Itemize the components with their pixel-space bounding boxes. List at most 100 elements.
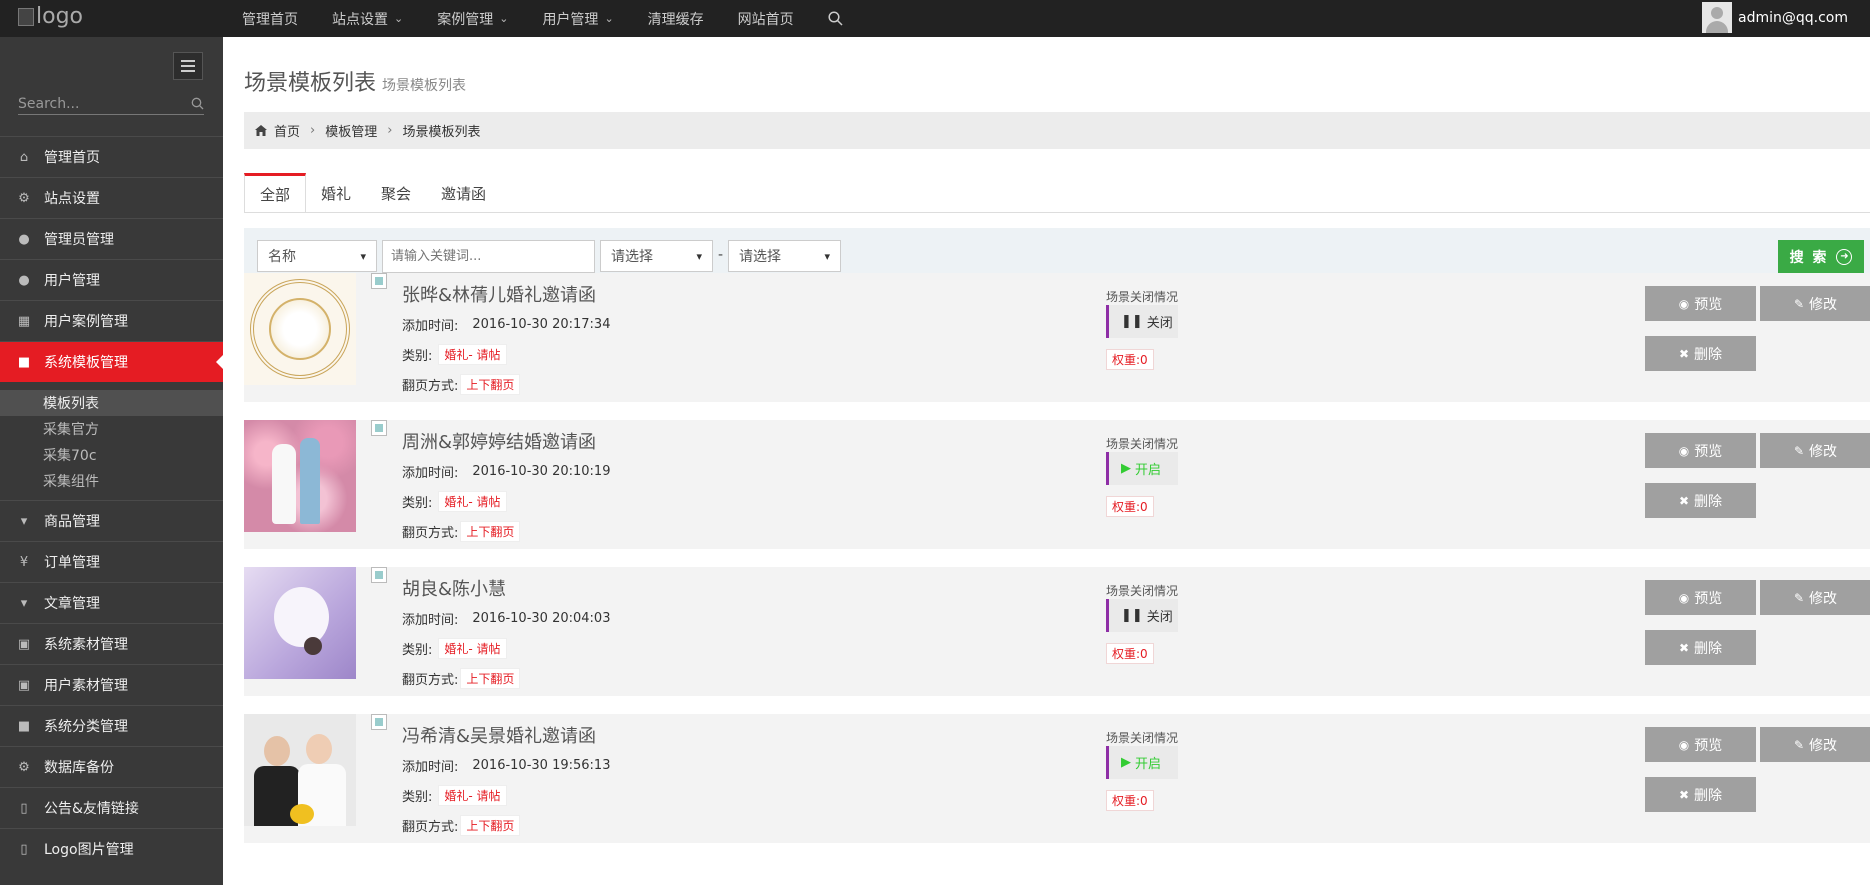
edit-button[interactable]: ✎ 修改: [1760, 727, 1870, 762]
edit-button[interactable]: ✎ 修改: [1760, 580, 1870, 615]
sidebar-item[interactable]: ▣ 用户素材管理: [0, 664, 223, 705]
sidebar-subitem[interactable]: 模板列表: [0, 390, 223, 416]
chevron-down-icon: ⌄: [394, 12, 404, 25]
paging-label: 翻页方式:: [402, 820, 459, 835]
template-thumbnail[interactable]: [244, 420, 356, 532]
sidebar-item-label: 管理首页: [44, 150, 100, 166]
search-icon[interactable]: [191, 97, 204, 110]
sidebar-subitem[interactable]: 采集官方: [0, 416, 223, 442]
sidebar-item[interactable]: ▯ Logo图片管理: [0, 828, 223, 869]
user-icon: ●: [18, 231, 30, 247]
status-title: 场景关闭情况: [1106, 290, 1179, 304]
topnav-item[interactable]: 案例管理 ⌄: [437, 9, 508, 29]
logo[interactable]: logo: [18, 4, 83, 29]
template-title[interactable]: 胡良&陈小慧: [402, 575, 506, 601]
topnav-item[interactable]: 管理首页: [242, 9, 298, 29]
preview-button[interactable]: ◉ 预览: [1645, 286, 1756, 321]
pencil-icon: ✎: [1793, 737, 1805, 752]
sidebar-item[interactable]: ▾ 商品管理: [0, 500, 223, 541]
sidebar-item[interactable]: ■ 系统分类管理: [0, 705, 223, 746]
sidebar-item[interactable]: ▣ 系统素材管理: [0, 623, 223, 664]
chevron-down-icon: ⌄: [499, 12, 509, 25]
bookmark-icon: ▯: [20, 800, 28, 816]
sidebar-item-label: 商品管理: [44, 514, 100, 530]
user-menu[interactable]: admin@qq.com: [1702, 2, 1848, 33]
paging-row: 翻页方式: 上下翻页: [402, 668, 521, 689]
delete-button[interactable]: ✖ 删除: [1645, 777, 1756, 812]
topnav-item[interactable]: 用户管理 ⌄: [542, 9, 613, 29]
edit-button[interactable]: ✎ 修改: [1760, 433, 1870, 468]
category-select-a[interactable]: 请选择 ▾: [600, 240, 713, 272]
gears-icon: ⚙: [18, 190, 30, 206]
sidebar-item[interactable]: ▾ 文章管理: [0, 582, 223, 623]
template-thumbnail[interactable]: [244, 714, 356, 826]
top-nav: 管理首页 站点设置 ⌄ 案例管理 ⌄ 用户管理 ⌄ 清理缓存 网站首页: [242, 0, 877, 37]
template-title[interactable]: 张晔&林蒨儿婚礼邀请函: [402, 281, 596, 307]
sidebar-item-label: 公告&友情链接: [44, 801, 139, 817]
field-select[interactable]: 名称 ▾: [257, 240, 377, 272]
tab-party[interactable]: 聚会: [366, 173, 426, 213]
preview-button[interactable]: ◉ 预览: [1645, 433, 1756, 468]
sidebar-subitem[interactable]: 采集组件: [0, 468, 223, 494]
add-time-row: 添加时间: 2016-10-30 20:04:03: [402, 609, 610, 628]
tab-wedding[interactable]: 婚礼: [306, 173, 366, 213]
delete-label: 删除: [1694, 493, 1723, 510]
template-title[interactable]: 周洲&郭婷婷结婚邀请函: [402, 428, 596, 454]
search-button[interactable]: 搜 索 ➜: [1778, 240, 1864, 273]
delete-button[interactable]: ✖ 删除: [1645, 483, 1756, 518]
chevron-down-icon: ▾: [824, 249, 830, 263]
sidebar-search-input[interactable]: [18, 95, 168, 112]
topnav-item[interactable]: 清理缓存: [648, 9, 704, 29]
sidebar-item[interactable]: ● 用户管理: [0, 259, 223, 300]
sidebar-item[interactable]: ⌂ 管理首页: [0, 136, 223, 177]
template-thumbnail[interactable]: [244, 273, 356, 385]
template-title[interactable]: 冯希清&吴景婚礼邀请函: [402, 722, 596, 748]
category-row: 类别: 婚礼- 请帖: [402, 491, 507, 512]
category-label: 类别:: [402, 496, 433, 511]
delete-label: 删除: [1694, 346, 1723, 363]
status-value: 关闭: [1146, 610, 1173, 625]
preview-button[interactable]: ◉ 预览: [1645, 727, 1756, 762]
topnav-item[interactable]: 站点设置 ⌄: [332, 9, 403, 29]
menu-toggle-button[interactable]: [173, 52, 203, 80]
breadcrumb-home[interactable]: 首页: [274, 121, 300, 140]
edit-button[interactable]: ✎ 修改: [1760, 286, 1870, 321]
status-toggle[interactable]: ❚❚ 关闭: [1106, 599, 1178, 632]
broken-image-icon: [371, 714, 387, 730]
sidebar-item[interactable]: ● 管理员管理: [0, 218, 223, 259]
caret-square-icon: ▾: [20, 595, 28, 611]
add-time-row: 添加时间: 2016-10-30 19:56:13: [402, 756, 610, 775]
status-toggle[interactable]: ❚❚ 关闭: [1106, 305, 1178, 338]
pencil-icon: ✎: [1793, 443, 1805, 458]
sidebar-item[interactable]: ⚙ 数据库备份: [0, 746, 223, 787]
breadcrumb-current: 场景模板列表: [402, 125, 481, 140]
topnav-item[interactable]: 网站首页: [738, 9, 794, 29]
sidebar-subitem[interactable]: 采集70c: [0, 442, 223, 468]
category-row: 类别: 婚礼- 请帖: [402, 344, 507, 365]
preview-label: 预览: [1694, 296, 1723, 313]
status-toggle[interactable]: ▶ 开启: [1106, 452, 1178, 485]
topnav-search-icon[interactable]: [828, 11, 843, 26]
keyword-input[interactable]: [382, 240, 595, 273]
delete-button[interactable]: ✖ 删除: [1645, 630, 1756, 665]
sidebar-item-label: 用户管理: [44, 273, 100, 289]
sidebar-item[interactable]: ¥ 订单管理: [0, 541, 223, 582]
delete-button[interactable]: ✖ 删除: [1645, 336, 1756, 371]
sidebar-item[interactable]: ■ 系统模板管理: [0, 341, 224, 382]
status-toggle[interactable]: ▶ 开启: [1106, 746, 1178, 779]
sidebar-item[interactable]: ⚙ 站点设置: [0, 177, 223, 218]
sidebar-menu: ⌂ 管理首页 ⚙ 站点设置 ● 管理员管理 ● 用户管理 ▦ 用户案例管理 ■ 系统模板管理 模板列表采…: [0, 136, 224, 869]
topnav-item-label: 清理缓存: [647, 11, 704, 28]
chevron-right-icon: ›: [387, 123, 393, 138]
preview-button[interactable]: ◉ 预览: [1645, 580, 1756, 615]
delete-label: 删除: [1694, 787, 1723, 804]
tab-invitation[interactable]: 邀请函: [426, 173, 501, 213]
sidebar-item[interactable]: ▦ 用户案例管理: [0, 300, 223, 341]
tab-all[interactable]: 全部: [244, 173, 307, 213]
breadcrumb-templates[interactable]: 模板管理: [325, 121, 377, 140]
category-select-b[interactable]: 请选择 ▾: [728, 240, 841, 272]
category-row: 类别: 婚礼- 请帖: [402, 638, 507, 659]
bookmark-icon: ▯: [20, 841, 28, 857]
template-thumbnail[interactable]: [244, 567, 356, 679]
sidebar-item[interactable]: ▯ 公告&友情链接: [0, 787, 223, 828]
